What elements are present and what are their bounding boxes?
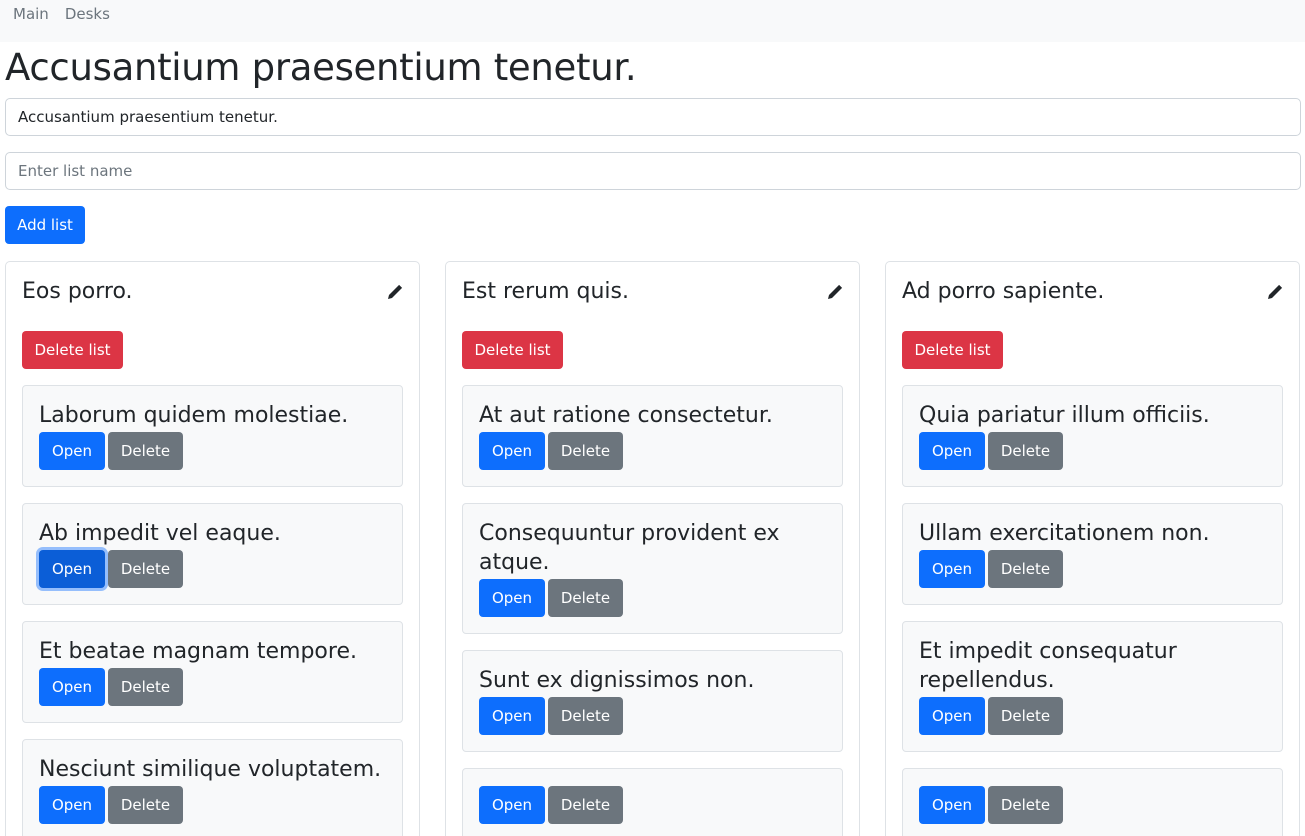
card-actions: Open Delete (39, 668, 386, 706)
list-name-input[interactable] (5, 152, 1301, 190)
delete-button[interactable]: Delete (548, 432, 623, 470)
nav-link-desks[interactable]: Desks (65, 5, 110, 23)
list-card: Open Delete (462, 768, 843, 836)
card-actions: Open Delete (919, 697, 1266, 735)
card-actions: Open Delete (479, 432, 826, 470)
card-title: Et impedit consequatur repellendus. (919, 639, 1177, 693)
card-actions: Open Delete (479, 697, 826, 735)
delete-button[interactable]: Delete (988, 432, 1063, 470)
page-title: Accusantium praesentium tenetur. (5, 46, 637, 89)
pencil-icon[interactable] (1267, 284, 1283, 300)
list-card: Ullam exercitationem non. Open Delete (902, 503, 1283, 605)
card-actions: Open Delete (39, 550, 386, 588)
list-card: Sunt ex dignissimos non. Open Delete (462, 650, 843, 752)
list-column: Ad porro sapiente. Delete list Quia pari… (885, 261, 1300, 836)
card-title: Sunt ex dignissimos non. (479, 668, 755, 693)
card-title: Et beatae magnam tempore. (39, 639, 357, 664)
card-actions: Open Delete (39, 432, 386, 470)
card-actions: Open Delete (479, 786, 826, 824)
list-card: Open Delete (902, 768, 1283, 836)
list-header: Ad porro sapiente. (902, 278, 1283, 306)
open-button[interactable]: Open (479, 579, 545, 617)
list-title: Ad porro sapiente. (902, 279, 1105, 304)
card-title: Ullam exercitationem non. (919, 521, 1210, 546)
card-actions: Open Delete (919, 432, 1266, 470)
delete-button[interactable]: Delete (108, 550, 183, 588)
card-actions: Open Delete (39, 786, 386, 824)
delete-button[interactable]: Delete (548, 786, 623, 824)
list-card: At aut ratione consectetur. Open Delete (462, 385, 843, 487)
open-button[interactable]: Open (919, 432, 985, 470)
delete-button[interactable]: Delete (988, 550, 1063, 588)
open-button[interactable]: Open (919, 786, 985, 824)
delete-button[interactable]: Delete (108, 786, 183, 824)
delete-list-button[interactable]: Delete list (462, 331, 563, 369)
open-button[interactable]: Open (479, 432, 545, 470)
open-button[interactable]: Open (479, 786, 545, 824)
delete-button[interactable]: Delete (988, 786, 1063, 824)
delete-button[interactable]: Delete (988, 697, 1063, 735)
delete-list-button[interactable]: Delete list (902, 331, 1003, 369)
open-button[interactable]: Open (39, 550, 105, 588)
lists-row: Eos porro. Delete list Laborum quidem mo… (5, 261, 1300, 836)
list-column: Est rerum quis. Delete list At aut ratio… (445, 261, 860, 836)
list-card: Nesciunt similique voluptatem. Open Dele… (22, 739, 403, 836)
list-card: Quia pariatur illum officiis. Open Delet… (902, 385, 1283, 487)
list-header: Est rerum quis. (462, 278, 843, 306)
card-title: Laborum quidem molestiae. (39, 403, 349, 428)
open-button[interactable]: Open (39, 786, 105, 824)
list-title: Eos porro. (22, 279, 133, 304)
list-card: Et impedit consequatur repellendus. Open… (902, 621, 1283, 752)
list-title: Est rerum quis. (462, 279, 629, 304)
main-content: Accusantium praesentium tenetur. Add lis… (0, 44, 1305, 836)
open-button[interactable]: Open (39, 668, 105, 706)
open-button[interactable]: Open (919, 550, 985, 588)
list-card: Et beatae magnam tempore. Open Delete (22, 621, 403, 723)
delete-button[interactable]: Delete (548, 579, 623, 617)
card-title: At aut ratione consectetur. (479, 403, 773, 428)
delete-button[interactable]: Delete (108, 668, 183, 706)
card-actions: Open Delete (479, 579, 826, 617)
list-card: Laborum quidem molestiae. Open Delete (22, 385, 403, 487)
top-navbar: Main Desks (0, 0, 1305, 42)
delete-button[interactable]: Delete (108, 432, 183, 470)
open-button[interactable]: Open (919, 697, 985, 735)
add-list-button[interactable]: Add list (5, 206, 85, 244)
card-actions: Open Delete (919, 786, 1266, 824)
list-card: Consequuntur provident ex atque. Open De… (462, 503, 843, 634)
delete-button[interactable]: Delete (548, 697, 623, 735)
delete-list-button[interactable]: Delete list (22, 331, 123, 369)
desk-name-input[interactable] (5, 98, 1301, 136)
card-title: Ab impedit vel eaque. (39, 521, 281, 546)
list-header: Eos porro. (22, 278, 403, 306)
card-actions: Open Delete (919, 550, 1266, 588)
pencil-icon[interactable] (387, 284, 403, 300)
card-title: Nesciunt similique voluptatem. (39, 757, 382, 782)
nav-link-main[interactable]: Main (13, 5, 49, 23)
list-card: Ab impedit vel eaque. Open Delete (22, 503, 403, 605)
pencil-icon[interactable] (827, 284, 843, 300)
open-button[interactable]: Open (39, 432, 105, 470)
open-button[interactable]: Open (479, 697, 545, 735)
list-column: Eos porro. Delete list Laborum quidem mo… (5, 261, 420, 836)
card-title: Consequuntur provident ex atque. (479, 521, 780, 575)
card-title: Quia pariatur illum officiis. (919, 403, 1210, 428)
